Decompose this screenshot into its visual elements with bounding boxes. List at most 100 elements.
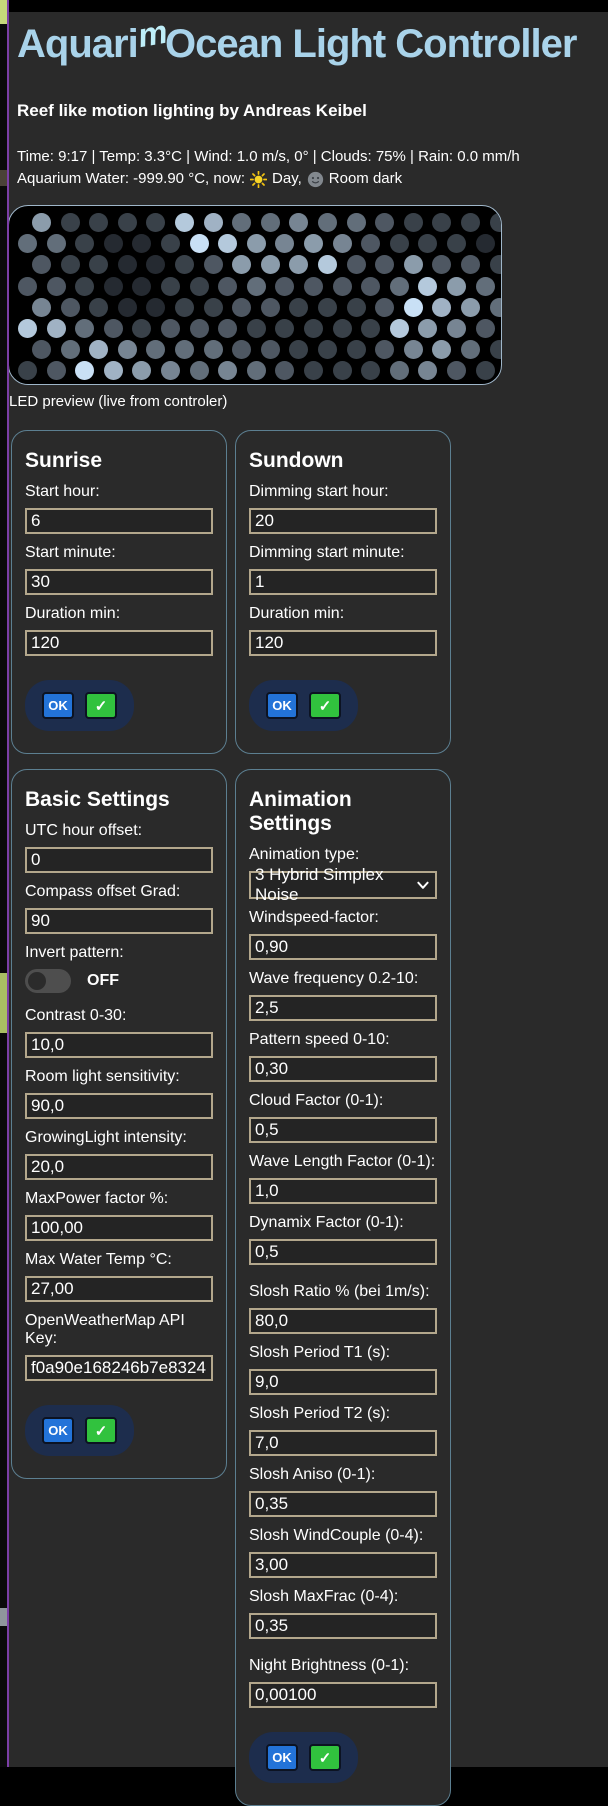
led-dot bbox=[89, 298, 108, 317]
field-label: Room light sensitivity: bbox=[25, 1068, 213, 1086]
led-dot bbox=[132, 234, 151, 253]
page-title: AquarimOcean Light Controller bbox=[9, 22, 608, 67]
sunrise-panel: Sunrise Start hour: Start minute: Durati… bbox=[11, 430, 227, 754]
sundown-panel: Sundown Dimming start hour: Dimming star… bbox=[235, 430, 451, 754]
sundown-dimming-start-hour[interactable] bbox=[249, 508, 437, 534]
field: Slosh MaxFrac (0-4): bbox=[249, 1588, 437, 1639]
led-dot bbox=[318, 213, 337, 232]
led-dot bbox=[47, 277, 66, 296]
field-label: Wave frequency 0.2-10: bbox=[249, 970, 437, 988]
sunrise-duration-min[interactable] bbox=[25, 630, 213, 656]
led-dot bbox=[447, 234, 466, 253]
sundown-ok-group: OK ✓ bbox=[249, 680, 358, 731]
left-edge-artifact bbox=[0, 0, 7, 24]
field-label: Animation type: bbox=[249, 846, 437, 864]
led-dot bbox=[275, 361, 294, 380]
led-dot bbox=[204, 255, 223, 274]
led-preview-caption: LED preview (live from controler) bbox=[9, 385, 608, 410]
led-dot bbox=[318, 298, 337, 317]
night-brightness[interactable] bbox=[249, 1682, 437, 1708]
sundown-confirm-check-icon[interactable]: ✓ bbox=[309, 692, 341, 719]
field: Wave Length Factor (0-1): bbox=[249, 1153, 437, 1204]
pattern-speed[interactable] bbox=[249, 1056, 437, 1082]
led-dot bbox=[175, 213, 194, 232]
script-m-glyph: m bbox=[135, 13, 169, 55]
dynamix-factor[interactable] bbox=[249, 1239, 437, 1265]
led-dot bbox=[461, 340, 480, 359]
status-day-label: Day, bbox=[272, 169, 302, 189]
led-dot bbox=[261, 340, 280, 359]
slosh-windcouple[interactable] bbox=[249, 1552, 437, 1578]
slosh-maxfrac[interactable] bbox=[249, 1613, 437, 1639]
sunrise-confirm-check-icon[interactable]: ✓ bbox=[85, 692, 117, 719]
led-dot bbox=[289, 255, 308, 274]
field: Slosh Period T1 (s): bbox=[249, 1344, 437, 1395]
field: Contrast 0-30: bbox=[25, 1007, 213, 1058]
led-dot bbox=[304, 234, 323, 253]
utc-hour-offset[interactable] bbox=[25, 847, 213, 873]
field: MaxPower factor %: bbox=[25, 1190, 213, 1241]
sundown-duration-min[interactable] bbox=[249, 630, 437, 656]
field: Dimming start minute: bbox=[249, 544, 437, 595]
led-dot bbox=[318, 340, 337, 359]
windspeed-factor[interactable] bbox=[249, 934, 437, 960]
sun-icon bbox=[250, 171, 267, 188]
animation-settings-panel: Animation Settings Animation type: 3 Hyb… bbox=[235, 769, 451, 1806]
slosh-ratio[interactable] bbox=[249, 1308, 437, 1334]
sunrise-ok-button[interactable]: OK bbox=[42, 692, 74, 719]
contrast[interactable] bbox=[25, 1032, 213, 1058]
led-dot bbox=[432, 213, 451, 232]
led-dot bbox=[304, 277, 323, 296]
room-light-sensitivity[interactable] bbox=[25, 1093, 213, 1119]
wave-length-factor[interactable] bbox=[249, 1178, 437, 1204]
sundown-dimming-start-minute[interactable] bbox=[249, 569, 437, 595]
led-dot bbox=[347, 340, 366, 359]
slosh-period-t1[interactable] bbox=[249, 1369, 437, 1395]
led-dot bbox=[32, 340, 51, 359]
led-dot bbox=[89, 340, 108, 359]
led-dot bbox=[118, 340, 137, 359]
page-subtitle: Reef like motion lighting by Andreas Kei… bbox=[9, 67, 608, 121]
max-water-temp[interactable] bbox=[25, 1276, 213, 1302]
animation-type[interactable]: 3 Hybrid Simplex Noise bbox=[249, 871, 437, 899]
sunrise-start-minute[interactable] bbox=[25, 569, 213, 595]
slosh-aniso[interactable] bbox=[249, 1491, 437, 1517]
led-dot bbox=[161, 361, 180, 380]
slosh-period-t2[interactable] bbox=[249, 1430, 437, 1456]
field: Start minute: bbox=[25, 544, 213, 595]
left-edge-artifact bbox=[0, 1608, 7, 1626]
led-dot bbox=[89, 255, 108, 274]
led-dot bbox=[161, 319, 180, 338]
maxpower-factor[interactable] bbox=[25, 1215, 213, 1241]
moon-face-icon bbox=[307, 171, 324, 188]
led-dot bbox=[190, 361, 209, 380]
field: GrowingLight intensity: bbox=[25, 1129, 213, 1180]
led-dot bbox=[104, 234, 123, 253]
led-dot bbox=[247, 319, 266, 338]
compass-offset-grad[interactable] bbox=[25, 908, 213, 934]
led-dot bbox=[247, 277, 266, 296]
led-dot bbox=[404, 298, 423, 317]
field-label: Duration min: bbox=[25, 605, 213, 623]
basic-confirm-check-icon[interactable]: ✓ bbox=[85, 1417, 117, 1444]
led-dot bbox=[204, 298, 223, 317]
animation-ok-group: OK ✓ bbox=[249, 1732, 358, 1783]
field: Invert pattern: OFF bbox=[25, 944, 213, 993]
sundown-ok-button[interactable]: OK bbox=[266, 692, 298, 719]
basic-ok-button[interactable]: OK bbox=[42, 1417, 74, 1444]
growinglight-intensity[interactable] bbox=[25, 1154, 213, 1180]
cloud-factor[interactable] bbox=[249, 1117, 437, 1143]
sunrise-start-hour[interactable] bbox=[25, 508, 213, 534]
basic-settings-title: Basic Settings bbox=[25, 788, 213, 812]
led-dot bbox=[18, 234, 37, 253]
led-dot bbox=[218, 234, 237, 253]
led-dot bbox=[146, 255, 165, 274]
led-preview-canvas bbox=[8, 205, 502, 385]
invert-pattern[interactable] bbox=[25, 969, 71, 993]
wave-frequency[interactable] bbox=[249, 995, 437, 1021]
field: Start hour: bbox=[25, 483, 213, 534]
led-dot bbox=[146, 213, 165, 232]
field-label: Dimming start minute: bbox=[249, 544, 437, 562]
openweathermap-api-key[interactable] bbox=[25, 1355, 213, 1381]
field-label: Pattern speed 0-10: bbox=[249, 1031, 437, 1049]
